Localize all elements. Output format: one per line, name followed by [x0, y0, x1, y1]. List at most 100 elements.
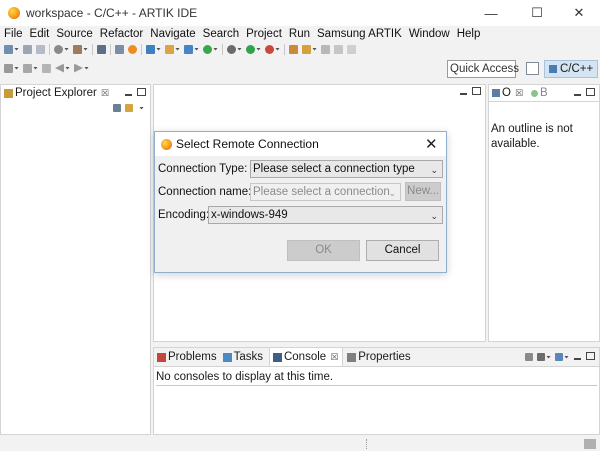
save-icon[interactable]	[23, 44, 32, 54]
toggle-mark-icon[interactable]	[321, 44, 330, 54]
project-explorer-tab[interactable]: Project Explorer	[15, 87, 97, 99]
tab-console-active[interactable]: Console ☒	[268, 348, 344, 366]
new-file-dropdown-icon[interactable]	[194, 47, 199, 51]
ok-button[interactable]: OK	[287, 240, 360, 261]
menu-source[interactable]: Source	[56, 26, 92, 42]
new-class-dropdown-icon[interactable]	[213, 47, 218, 51]
new-project-dropdown-icon[interactable]	[156, 47, 161, 51]
encoding-label: Encoding:	[158, 209, 210, 221]
tab-properties[interactable]: Properties	[358, 351, 410, 363]
menu-help[interactable]: Help	[457, 26, 481, 42]
next-annotation-icon[interactable]	[4, 63, 13, 73]
new-connection-button[interactable]: New...	[405, 182, 441, 201]
new-file-icon[interactable]	[184, 44, 193, 54]
pen-icon[interactable]	[302, 44, 311, 54]
chevron-down-icon: ⌄	[388, 188, 396, 198]
minimize-button[interactable]: —	[468, 0, 514, 26]
dialog-close-icon[interactable]: ✕	[425, 135, 438, 153]
maximize-outline-icon[interactable]	[586, 88, 595, 98]
outline-close-icon[interactable]: ☒	[515, 88, 523, 99]
previous-annotation-icon[interactable]	[23, 63, 32, 73]
menu-samsung-artik[interactable]: Samsung ARTIK	[317, 26, 402, 42]
menu-edit[interactable]: Edit	[30, 26, 50, 42]
maximize-panel-icon[interactable]	[137, 88, 146, 98]
run-dropdown-icon[interactable]	[256, 47, 261, 51]
forward-icon[interactable]	[74, 63, 83, 73]
show-whitespace-icon[interactable]	[334, 44, 343, 54]
external-tools-icon[interactable]	[265, 44, 274, 54]
next-annotation-dropdown-icon[interactable]	[14, 66, 19, 70]
debug-icon[interactable]	[227, 44, 236, 54]
last-edit-icon[interactable]	[42, 63, 51, 73]
artik-icon[interactable]	[128, 44, 137, 54]
outline-tab[interactable]: O	[502, 87, 511, 99]
display-console-icon[interactable]	[537, 353, 545, 361]
hammer-icon[interactable]	[73, 44, 82, 54]
minimize-console-icon[interactable]	[574, 353, 581, 362]
save-all-icon[interactable]	[36, 44, 45, 54]
quick-access-input[interactable]: Quick Access	[447, 60, 519, 78]
project-explorer-close-icon[interactable]: ☒	[101, 88, 109, 99]
connection-type-select[interactable]: Please select a connection type ⌄	[250, 160, 443, 178]
new-icon[interactable]	[4, 44, 13, 54]
menu-file[interactable]: File	[4, 26, 23, 42]
encoding-select[interactable]: x-windows-949 ⌄	[208, 206, 443, 224]
status-icon[interactable]	[584, 439, 596, 449]
maximize-console-icon[interactable]	[586, 352, 595, 362]
debug-dropdown-icon[interactable]	[237, 47, 242, 51]
minimize-outline-icon[interactable]	[574, 89, 581, 98]
close-button[interactable]: ✕	[556, 0, 600, 26]
minimize-panel-icon[interactable]	[125, 89, 132, 98]
menu-navigate[interactable]: Navigate	[150, 26, 195, 42]
new-folder-dropdown-icon[interactable]	[175, 47, 180, 51]
build-targets-tab[interactable]: B	[540, 87, 548, 99]
external-tools-dropdown-icon[interactable]	[275, 47, 280, 51]
open-console-dropdown-icon[interactable]	[564, 355, 569, 359]
open-type-icon[interactable]	[289, 44, 298, 54]
build-icon[interactable]	[54, 44, 63, 54]
display-console-dropdown-icon[interactable]	[546, 355, 551, 359]
new-project-icon[interactable]	[146, 44, 155, 54]
new-class-icon[interactable]	[203, 44, 212, 54]
back-icon[interactable]	[55, 63, 64, 73]
open-perspective-icon[interactable]	[526, 62, 539, 75]
new-folder-icon[interactable]	[165, 44, 174, 54]
menu-project[interactable]: Project	[246, 26, 282, 42]
back-dropdown-icon[interactable]	[65, 66, 70, 70]
properties-icon	[347, 352, 357, 362]
minimize-editor-icon[interactable]	[460, 88, 467, 97]
toolbar-separator	[110, 43, 111, 55]
pen-dropdown-icon[interactable]	[312, 47, 317, 51]
tab-problems[interactable]: Problems	[168, 351, 217, 363]
hammer-dropdown-icon[interactable]	[83, 47, 88, 51]
collapse-all-icon[interactable]	[113, 104, 121, 112]
new-dropdown-icon[interactable]	[14, 47, 19, 51]
app-logo-icon	[8, 7, 20, 19]
forward-dropdown-icon[interactable]	[84, 66, 89, 70]
maximize-button[interactable]: ☐	[514, 0, 560, 26]
cancel-button[interactable]: Cancel	[366, 240, 439, 261]
tab-console[interactable]: Console	[284, 351, 326, 363]
pin-console-icon[interactable]	[525, 353, 533, 361]
view-menu-icon[interactable]	[139, 106, 144, 110]
run-icon[interactable]	[246, 44, 255, 54]
connection-name-select[interactable]: Please select a connection ⌄	[250, 183, 401, 201]
open-console-icon[interactable]	[555, 353, 563, 361]
build-dropdown-icon[interactable]	[64, 47, 69, 51]
title-bar: workspace - C/C++ - ARTIK IDE — ☐ ✕	[0, 0, 600, 26]
block-selection-icon[interactable]	[347, 44, 356, 54]
perspective-cc-button[interactable]: C/C++	[544, 60, 598, 78]
menu-run[interactable]: Run	[289, 26, 310, 42]
skip-breakpoints-icon[interactable]	[97, 44, 106, 54]
menu-refactor[interactable]: Refactor	[100, 26, 143, 42]
menu-window[interactable]: Window	[409, 26, 450, 42]
link-with-editor-icon[interactable]	[125, 104, 133, 112]
previous-annotation-dropdown-icon[interactable]	[33, 66, 38, 70]
debug-config-icon[interactable]	[115, 44, 124, 54]
console-close-icon[interactable]: ☒	[330, 352, 338, 363]
menu-search[interactable]: Search	[203, 26, 239, 42]
tab-tasks[interactable]: Tasks	[234, 351, 263, 363]
project-explorer-icon	[4, 88, 13, 98]
connection-type-value: Please select a connection type	[253, 163, 415, 175]
maximize-editor-icon[interactable]	[472, 87, 481, 97]
